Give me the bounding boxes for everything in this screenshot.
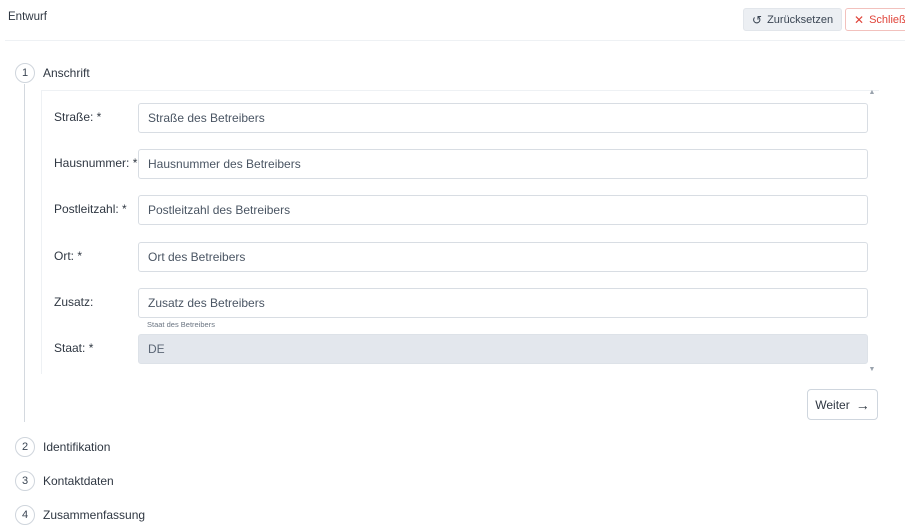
reset-button[interactable]: ↺ Zurücksetzen — [743, 8, 843, 31]
ort-row: Ort: * Ort des Betreibers — [54, 242, 868, 272]
step-label: Kontaktdaten — [43, 474, 114, 488]
staat-row: Staat: * DE — [54, 334, 868, 364]
reset-button-label: Zurücksetzen — [767, 13, 834, 26]
step-zusammenfassung[interactable]: 4 Zusammenfassung — [15, 505, 145, 525]
close-button[interactable]: ✕ Schließen — [845, 8, 905, 31]
scroll-up-icon[interactable]: ▲ — [868, 89, 876, 97]
staat-hint: Staat des Betreibers — [147, 320, 215, 329]
step-number: 3 — [15, 471, 35, 491]
ort-label: Ort: * — [54, 249, 83, 263]
page-title: Entwurf — [8, 11, 47, 23]
plz-row: Postleitzahl: * Postleitzahl des Betreib… — [54, 195, 868, 225]
step-number: 2 — [15, 437, 35, 457]
step-label: Identifikation — [43, 440, 111, 454]
undo-icon: ↺ — [752, 12, 763, 27]
zusatz-label: Zusatz: — [54, 295, 94, 309]
step-label: Zusammenfassung — [43, 508, 146, 522]
ort-input[interactable]: Ort des Betreibers — [138, 242, 868, 272]
next-button[interactable]: Weiter → — [807, 389, 878, 420]
zusatz-input[interactable]: Zusatz des Betreibers — [138, 288, 868, 318]
stepper-line — [24, 84, 25, 422]
staat-label: Staat: * — [54, 341, 94, 355]
step-kontaktdaten[interactable]: 3 Kontaktdaten — [15, 471, 114, 491]
close-icon: ✕ — [854, 12, 865, 27]
next-button-label: Weiter — [815, 397, 850, 412]
hausnummer-input[interactable]: Hausnummer des Betreibers — [138, 149, 868, 179]
hausnummer-label: Hausnummer: * — [54, 156, 138, 170]
step-number: 4 — [15, 505, 35, 525]
plz-label: Postleitzahl: * — [54, 202, 127, 216]
step-identifikation[interactable]: 2 Identifikation — [15, 437, 110, 457]
staat-input: DE — [138, 334, 868, 364]
header-divider — [5, 40, 905, 41]
step-anschrift[interactable]: 1 Anschrift — [15, 63, 90, 83]
top-bar: Entwurf ↺ Zurücksetzen ✕ Schließen — [0, 0, 905, 41]
close-button-label: Schließen — [869, 13, 905, 26]
step-number: 1 — [15, 63, 35, 83]
scroll-down-icon[interactable]: ▼ — [868, 366, 876, 374]
strasse-row: Straße: * Straße des Betreibers — [54, 103, 868, 133]
plz-input[interactable]: Postleitzahl des Betreibers — [138, 195, 868, 225]
step-label: Anschrift — [43, 66, 90, 80]
strasse-input[interactable]: Straße des Betreibers — [138, 103, 868, 133]
zusatz-row: Zusatz: Zusatz des Betreibers — [54, 288, 868, 318]
strasse-label: Straße: * — [54, 110, 102, 124]
arrow-right-icon: → — [855, 396, 870, 413]
hausnummer-row: Hausnummer: * Hausnummer des Betreibers — [54, 149, 868, 179]
